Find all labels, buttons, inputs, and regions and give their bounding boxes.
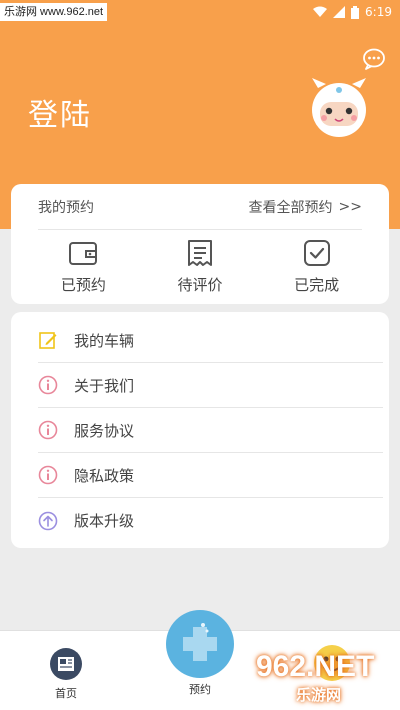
home-news-icon	[50, 648, 82, 680]
menu-item-service-agreement[interactable]: 服务协议	[38, 408, 383, 453]
settings-menu-card: 我的车辆 关于我们 服务协议 隐私政策 版本升级	[11, 312, 389, 548]
menu-item-about-us[interactable]: 关于我们	[38, 363, 383, 408]
reservation-title: 我的预约	[38, 199, 94, 216]
nav-reserve-tab[interactable]: 预约	[164, 609, 236, 697]
pending-review-label: 待评价	[177, 276, 223, 294]
menu-item-label: 隐私政策	[74, 466, 135, 485]
menu-item-privacy-policy[interactable]: 隐私政策	[38, 453, 383, 498]
view-all-label: 查看全部预约	[248, 199, 333, 216]
view-all-reservations-link[interactable]: 查看全部预约 >>	[249, 197, 362, 217]
completed-button[interactable]: 已完成	[267, 238, 367, 298]
menu-item-label: 版本升级	[74, 512, 135, 530]
completed-label: 已完成	[294, 276, 340, 294]
reserved-button[interactable]: 已预约	[33, 238, 133, 298]
signal-icon	[333, 6, 346, 18]
menu-item-label: 关于我们	[74, 376, 135, 395]
status-time: 6:19	[365, 5, 392, 19]
upgrade-arrow-icon	[38, 511, 58, 530]
menu-item-label: 服务协议	[74, 421, 135, 440]
bottom-navigation: 首页 预约 962.NET 乐游网	[0, 610, 400, 710]
login-title[interactable]: 登陆	[28, 90, 92, 134]
chat-bubble-icon[interactable]	[362, 48, 386, 70]
status-icons: 6:19	[313, 3, 392, 21]
reserved-label: 已预约	[60, 276, 106, 294]
check-box-icon	[303, 240, 330, 266]
medical-cross-icon	[166, 610, 234, 678]
pending-review-button[interactable]: 待评价	[150, 238, 250, 298]
wifi-icon	[313, 6, 328, 17]
menu-item-label: 我的车辆	[74, 331, 135, 350]
nav-reserve-label: 预约	[189, 683, 211, 696]
info-icon	[38, 465, 58, 485]
view-all-arrow: >>	[338, 198, 362, 215]
menu-item-my-vehicles[interactable]: 我的车辆	[38, 318, 383, 363]
watermark-tag: 乐游网 www.962.net	[0, 3, 108, 21]
cartoon-avatar-icon[interactable]	[308, 76, 370, 140]
watermark-small: 乐游网	[296, 686, 342, 704]
wallet-icon	[69, 242, 98, 265]
nav-home-label: 首页	[55, 687, 77, 700]
receipt-icon	[187, 240, 212, 266]
status-bar: 乐游网 www.962.net 6:19	[0, 0, 400, 24]
info-icon	[38, 420, 58, 440]
battery-icon	[351, 5, 360, 19]
info-icon	[38, 375, 58, 395]
reservation-card: 我的预约 查看全部预约 >> 已预约 待评价 已完成	[11, 184, 389, 304]
reservation-header: 我的预约 查看全部预约 >>	[38, 184, 362, 230]
nav-home-tab[interactable]: 首页	[48, 647, 84, 701]
menu-item-version-upgrade[interactable]: 版本升级	[38, 498, 383, 543]
edit-icon	[39, 332, 57, 349]
corner-watermark: 962.NET 乐游网	[256, 650, 396, 706]
watermark-big: 962.NET	[256, 650, 375, 683]
reservation-status-row: 已预约 待评价 已完成	[11, 238, 389, 298]
